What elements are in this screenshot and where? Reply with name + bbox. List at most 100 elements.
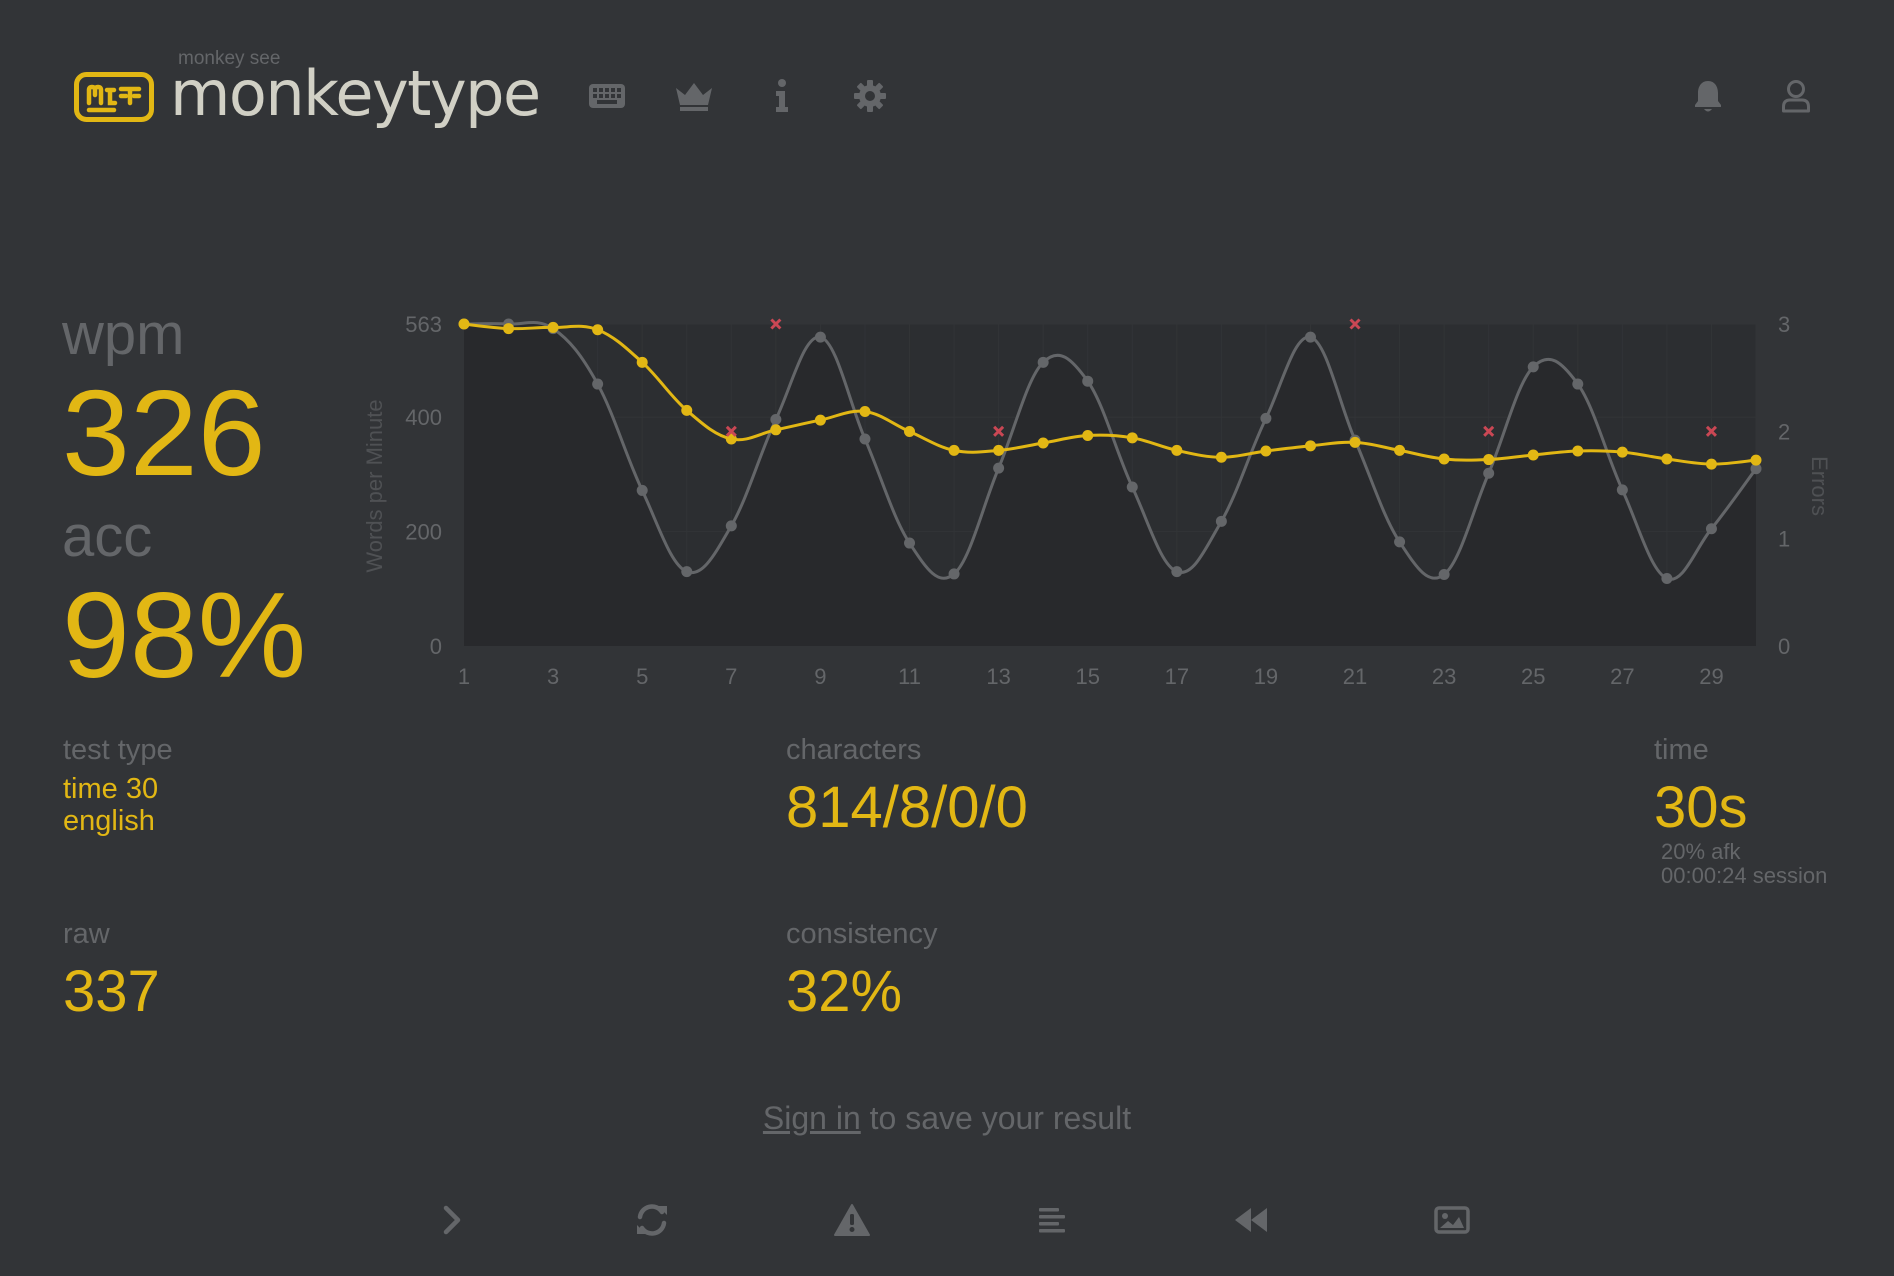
raw-point: [770, 414, 782, 426]
raw-point: [1572, 378, 1584, 390]
wpm-point: [1082, 430, 1094, 442]
y-tick-label: 563: [405, 312, 442, 337]
y2-axis-label: Errors: [1807, 456, 1832, 516]
raw-point: [948, 568, 960, 580]
wpm-point: [592, 324, 604, 336]
raw-value: 337: [63, 959, 160, 1024]
x-tick-label: 3: [547, 664, 559, 689]
gear-icon[interactable]: [848, 74, 892, 118]
wpm-point: [770, 424, 782, 436]
wpm-label: wpm: [62, 302, 185, 367]
wpm-point: [636, 356, 648, 368]
raw-point: [1438, 569, 1450, 581]
raw-label: raw: [63, 918, 110, 950]
signin-message: Sign in to save your result: [0, 1100, 1894, 1137]
characters-value: 814/8/0/0: [786, 775, 1028, 840]
wpm-point: [1750, 454, 1762, 466]
raw-point: [904, 537, 916, 549]
test-type-language: english: [63, 805, 155, 837]
x-tick-label: 29: [1699, 664, 1723, 689]
y-axis-label: Words per Minute: [362, 399, 387, 572]
raw-point: [1260, 412, 1272, 424]
signin-link[interactable]: Sign in: [763, 1100, 861, 1136]
word-history-icon[interactable]: [1022, 1198, 1082, 1242]
signin-text: to save your result: [860, 1100, 1132, 1136]
crown-icon[interactable]: [672, 74, 716, 118]
raw-point: [1616, 484, 1628, 496]
wpm-point: [1616, 446, 1628, 458]
y-tick-label: 0: [430, 634, 442, 659]
y-tick-label: 400: [405, 405, 442, 430]
info-icon[interactable]: [760, 74, 804, 118]
wpm-point: [1661, 453, 1673, 465]
wpm-point: [1037, 437, 1049, 449]
raw-point: [1394, 536, 1406, 548]
screenshot-icon[interactable]: [1422, 1198, 1482, 1242]
wpm-point: [859, 406, 871, 418]
raw-point: [1215, 515, 1227, 527]
raw-point: [592, 378, 604, 390]
x-tick-label: 23: [1432, 664, 1456, 689]
monkeytype-logo-icon[interactable]: [74, 72, 154, 127]
wpm-point: [1215, 451, 1227, 463]
wpm-chart[interactable]: 1 3 5 7 9 11 13 15 17 19 21 23 25 27 2902004005630123 …: [350, 300, 1880, 710]
restart-icon[interactable]: [622, 1198, 682, 1242]
test-type-label: test type: [63, 734, 173, 766]
keyboard-icon[interactable]: [585, 74, 629, 118]
wpm-point: [458, 318, 470, 330]
raw-point: [1483, 467, 1495, 479]
wpm-point: [1126, 432, 1138, 444]
raw-point: [1171, 566, 1183, 578]
afk-text: 20% afk: [1661, 839, 1741, 864]
y2-tick-label: 3: [1778, 312, 1790, 337]
raw-point: [859, 433, 871, 445]
x-tick-label: 21: [1343, 664, 1367, 689]
raw-point: [1661, 573, 1673, 585]
wpm-point: [1572, 445, 1584, 457]
wpm-point: [547, 321, 559, 333]
consistency-value: 32%: [786, 959, 903, 1024]
raw-point: [1037, 356, 1049, 368]
wpm-point: [1705, 458, 1717, 470]
bell-icon[interactable]: [1686, 74, 1730, 118]
x-tick-label: 17: [1165, 664, 1189, 689]
wpm-point: [503, 323, 515, 335]
y2-tick-label: 0: [1778, 634, 1790, 659]
x-tick-label: 1: [458, 664, 470, 689]
brand-title[interactable]: monkeytype: [170, 56, 541, 132]
x-tick-label: 19: [1254, 664, 1278, 689]
raw-point: [725, 520, 737, 532]
wpm-point: [1260, 445, 1272, 457]
raw-point: [1126, 481, 1138, 493]
report-icon[interactable]: [822, 1198, 882, 1242]
raw-point: [1082, 375, 1094, 387]
wpm-point: [1394, 444, 1406, 456]
acc-value: 98%: [62, 567, 307, 703]
wpm-point: [1304, 440, 1316, 452]
wpm-value: 326: [62, 365, 266, 501]
user-icon[interactable]: [1774, 74, 1818, 118]
y2-tick-label: 1: [1778, 527, 1790, 552]
next-test-icon[interactable]: [422, 1198, 482, 1242]
x-tick-label: 13: [986, 664, 1010, 689]
session-text: 00:00:24 session: [1661, 863, 1828, 888]
raw-point: [993, 462, 1005, 474]
x-tick-label: 11: [898, 664, 921, 689]
x-tick-label: 27: [1610, 664, 1634, 689]
raw-point: [814, 331, 826, 343]
raw-point: [1705, 523, 1717, 535]
x-tick-label: 15: [1075, 664, 1099, 689]
y2-tick-label: 2: [1778, 419, 1790, 444]
test-type-mode: time 30: [63, 773, 159, 805]
wpm-point: [948, 444, 960, 456]
wpm-point: [1483, 454, 1495, 466]
wpm-point: [1349, 436, 1361, 448]
wpm-point: [681, 404, 693, 416]
wpm-point: [1438, 453, 1450, 465]
time-value: 30s: [1654, 775, 1748, 840]
acc-label: acc: [62, 504, 153, 569]
wpm-point: [814, 414, 826, 426]
replay-icon[interactable]: [1222, 1198, 1282, 1242]
characters-label: characters: [786, 734, 922, 766]
wpm-point: [993, 444, 1005, 456]
